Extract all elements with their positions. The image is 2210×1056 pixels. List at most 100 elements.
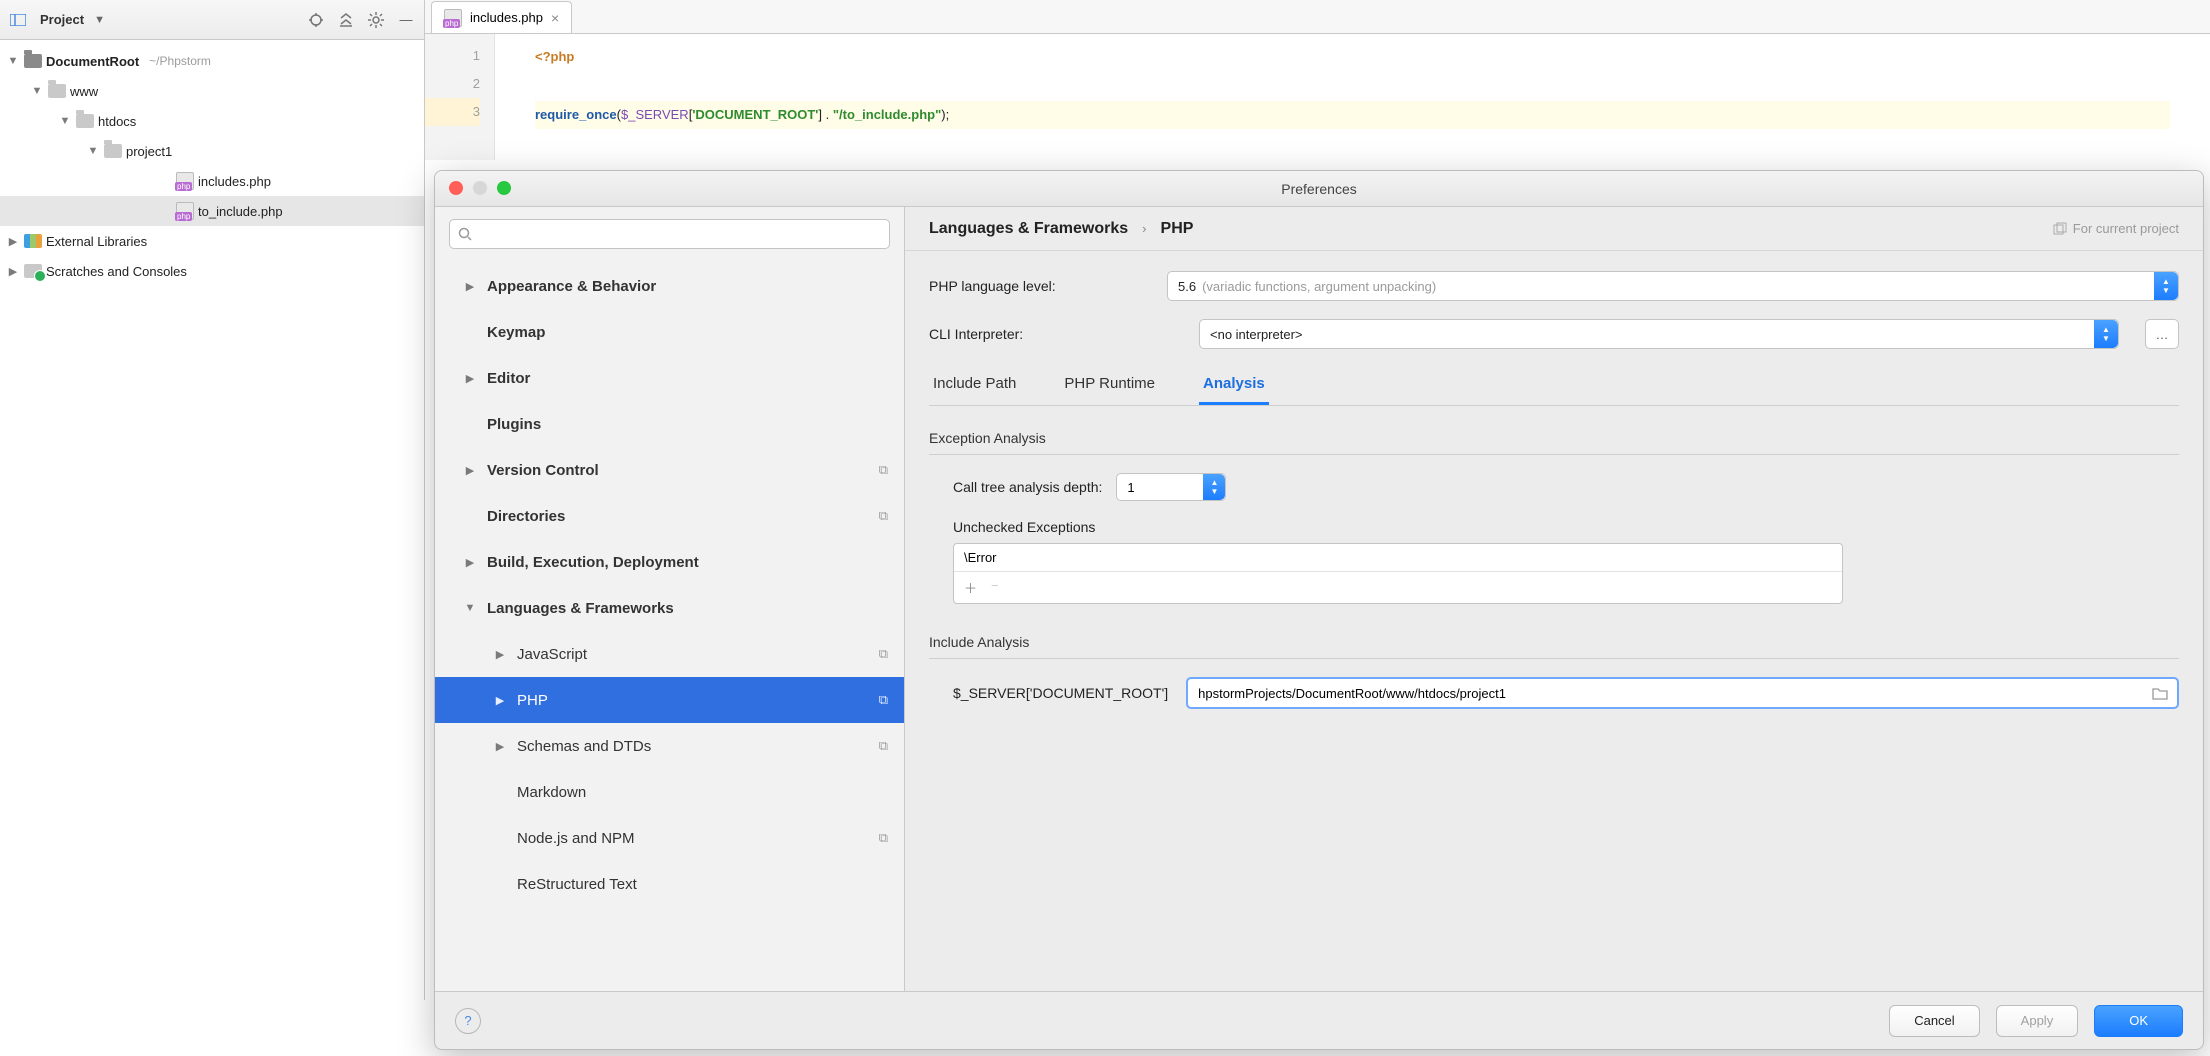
gear-icon[interactable] xyxy=(364,8,388,32)
tree-folder-www[interactable]: ▼www xyxy=(0,76,424,106)
project-view-icon[interactable] xyxy=(6,8,30,32)
minimize-icon[interactable]: — xyxy=(394,8,418,32)
tree-file-to-include[interactable]: ▼to_include.php xyxy=(0,196,424,226)
project-scope-icon: ⧉ xyxy=(879,738,888,754)
tree-file-includes[interactable]: ▼includes.php xyxy=(0,166,424,196)
nav-item-directories[interactable]: ▶Directories⧉ xyxy=(435,493,904,539)
tree-label: htdocs xyxy=(98,114,136,129)
apply-button[interactable]: Apply xyxy=(1996,1005,2079,1037)
tree-root[interactable]: ▼DocumentRoot~/Phpstorm xyxy=(0,46,424,76)
section-exception-analysis: Exception Analysis xyxy=(929,430,2179,455)
tree-external-libraries[interactable]: ▶External Libraries xyxy=(0,226,424,256)
editor-area: includes.php × 1 2 3 <?php require_once(… xyxy=(425,0,2210,160)
nav-item-php[interactable]: ▶PHP⧉ xyxy=(435,677,904,723)
editor-tab[interactable]: includes.php × xyxy=(431,1,572,33)
list-item[interactable]: \Error xyxy=(954,544,1842,571)
project-panel-title[interactable]: Project xyxy=(40,12,84,27)
locate-icon[interactable] xyxy=(304,8,328,32)
tree-folder-htdocs[interactable]: ▼htdocs xyxy=(0,106,424,136)
unchecked-exceptions-list[interactable]: \Error ＋ − xyxy=(953,543,1843,604)
project-scope-icon: ⧉ xyxy=(879,646,888,662)
nav-item-keymap[interactable]: ▶Keymap xyxy=(435,309,904,355)
add-icon[interactable]: ＋ xyxy=(964,578,977,597)
tree-scratches[interactable]: ▶Scratches and Consoles xyxy=(0,256,424,286)
line-number: 1 xyxy=(425,42,480,70)
cli-interpreter-select[interactable]: <no interpreter> ▲▼ xyxy=(1199,319,2119,349)
nav-search-wrap xyxy=(435,207,904,259)
select-value: <no interpreter> xyxy=(1210,327,1303,342)
remove-icon[interactable]: − xyxy=(991,578,999,597)
php-file-icon xyxy=(176,172,194,190)
tree-label: to_include.php xyxy=(198,204,283,219)
close-icon[interactable]: × xyxy=(551,10,559,26)
nav-item-plugins[interactable]: ▶Plugins xyxy=(435,401,904,447)
folder-icon xyxy=(24,54,42,68)
select-hint: (variadic functions, argument unpacking) xyxy=(1202,279,1436,294)
chevron-down-icon[interactable]: ▼ xyxy=(94,14,105,26)
project-panel-header: Project ▼ — xyxy=(0,0,424,40)
nav-label: Node.js and NPM xyxy=(517,830,635,847)
docroot-var-label: $_SERVER['DOCUMENT_ROOT'] xyxy=(953,685,1168,701)
php-language-level-select[interactable]: 5.6 (variadic functions, argument unpack… xyxy=(1167,271,2179,301)
nav-item-lang-fw[interactable]: ▼Languages & Frameworks xyxy=(435,585,904,631)
nav-item-js[interactable]: ▶JavaScript⧉ xyxy=(435,631,904,677)
call-tree-depth-select[interactable]: 1 ▲▼ xyxy=(1116,473,1226,501)
nav-label: Markdown xyxy=(517,784,586,801)
editor-code[interactable]: <?php require_once($_SERVER['DOCUMENT_RO… xyxy=(495,34,2210,160)
project-scope-icon: ⧉ xyxy=(879,462,888,478)
collapse-all-icon[interactable] xyxy=(334,8,358,32)
nav-item-schemas[interactable]: ▶Schemas and DTDs⧉ xyxy=(435,723,904,769)
tab-label: includes.php xyxy=(470,10,543,25)
folder-icon xyxy=(48,84,66,98)
stepper-icon[interactable]: ▲▼ xyxy=(1203,474,1225,500)
tree-label: project1 xyxy=(126,144,172,159)
php-file-icon xyxy=(444,9,462,27)
ok-button[interactable]: OK xyxy=(2094,1005,2183,1037)
tab-analysis[interactable]: Analysis xyxy=(1199,367,1269,405)
dialog-title: Preferences xyxy=(1281,181,1356,197)
code-token: "/to_include.php" xyxy=(833,107,941,122)
php-file-icon xyxy=(176,202,194,220)
folder-browse-icon[interactable] xyxy=(2149,683,2171,703)
search-icon xyxy=(458,227,472,241)
field-label: Call tree analysis depth: xyxy=(953,479,1102,495)
stepper-icon[interactable]: ▲▼ xyxy=(2094,320,2118,348)
document-root-input[interactable]: hpstormProjects/DocumentRoot/www/htdocs/… xyxy=(1186,677,2179,709)
field-label: PHP language level: xyxy=(929,278,1149,294)
editor-gutter: 1 2 3 xyxy=(425,34,495,160)
row-unchecked-exceptions: Unchecked Exceptions \Error ＋ − xyxy=(929,519,2179,604)
nav-item-editor[interactable]: ▶Editor xyxy=(435,355,904,401)
tab-php-runtime[interactable]: PHP Runtime xyxy=(1060,367,1159,405)
close-window-icon[interactable] xyxy=(449,181,463,195)
preferences-nav: ▶Appearance & Behavior ▶Keymap ▶Editor ▶… xyxy=(435,207,905,991)
project-scope-icon: ⧉ xyxy=(879,508,888,524)
nav-item-build[interactable]: ▶Build, Execution, Deployment xyxy=(435,539,904,585)
nav-item-appearance[interactable]: ▶Appearance & Behavior xyxy=(435,263,904,309)
code-token: ); xyxy=(941,107,949,122)
tab-include-path[interactable]: Include Path xyxy=(929,367,1020,405)
code-token: require_once xyxy=(535,107,617,122)
nav-item-rst[interactable]: ▶ReStructured Text xyxy=(435,861,904,907)
stepper-icon[interactable]: ▲▼ xyxy=(2154,272,2178,300)
section-include-analysis: Include Analysis xyxy=(929,634,2179,659)
php-subtabs: Include Path PHP Runtime Analysis xyxy=(929,367,2179,406)
line-number: 2 xyxy=(425,70,480,98)
preferences-dialog: Preferences ▶Appearance & Behavior ▶Keym… xyxy=(434,170,2204,1050)
nav-label: Schemas and DTDs xyxy=(517,738,651,755)
tree-folder-project1[interactable]: ▼project1 xyxy=(0,136,424,166)
code-token: $_SERVER xyxy=(621,107,689,122)
nav-label: ReStructured Text xyxy=(517,876,637,893)
help-button[interactable]: ? xyxy=(455,1008,481,1034)
nav-item-vcs[interactable]: ▶Version Control⧉ xyxy=(435,447,904,493)
nav-label: PHP xyxy=(517,692,548,709)
zoom-window-icon[interactable] xyxy=(497,181,511,195)
minimize-window-icon[interactable] xyxy=(473,181,487,195)
nav-item-node[interactable]: ▶Node.js and NPM⧉ xyxy=(435,815,904,861)
scope-note: For current project xyxy=(2053,221,2179,236)
dialog-footer: ? Cancel Apply OK xyxy=(435,991,2203,1049)
library-icon xyxy=(24,234,42,248)
search-input[interactable] xyxy=(449,219,890,249)
cancel-button[interactable]: Cancel xyxy=(1889,1005,1979,1037)
nav-item-markdown[interactable]: ▶Markdown xyxy=(435,769,904,815)
more-button[interactable]: … xyxy=(2145,319,2179,349)
